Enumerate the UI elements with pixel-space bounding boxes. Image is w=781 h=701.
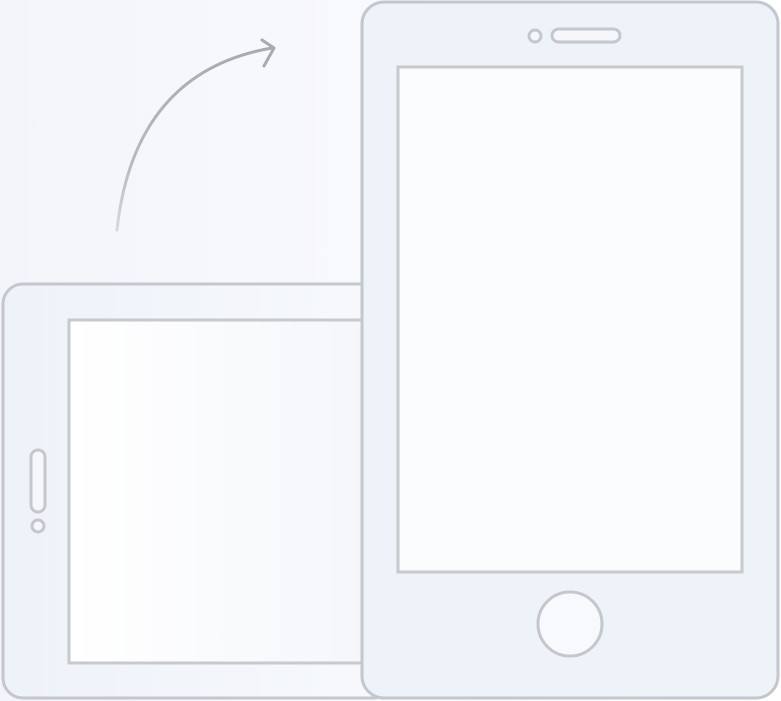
portrait-device: [360, 0, 780, 700]
rotate-device-illustration: [0, 0, 781, 701]
landscape-device-screen: [67, 318, 381, 665]
home-button-icon: [536, 590, 604, 658]
portrait-camera-icon: [527, 28, 543, 44]
rotate-arrow-curve: [115, 46, 274, 232]
landscape-speaker-icon: [29, 448, 47, 514]
rotate-arrow-icon: [115, 38, 276, 232]
rotate-arrow-head: [260, 38, 276, 68]
landscape-camera-icon: [30, 518, 46, 534]
portrait-speaker-icon: [550, 27, 622, 44]
landscape-device: [1, 282, 395, 700]
illustration-canvas: [1, 0, 780, 700]
portrait-device-screen: [396, 65, 744, 574]
